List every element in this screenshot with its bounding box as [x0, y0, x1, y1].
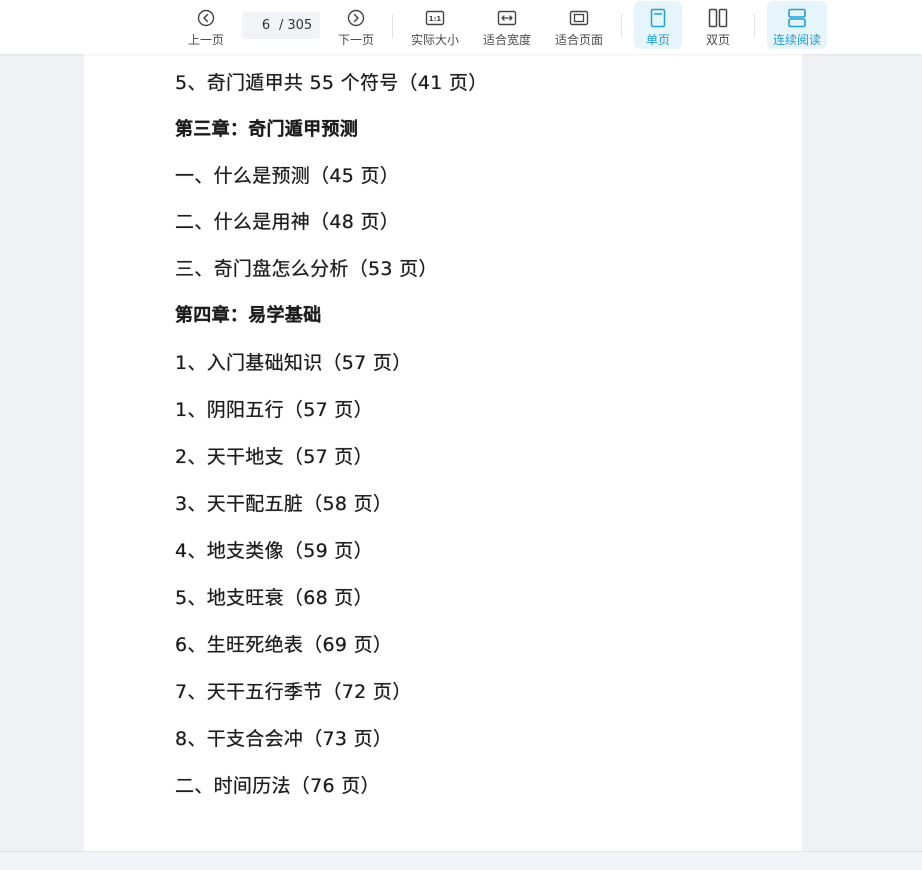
toolbar-divider	[754, 14, 755, 38]
fit-width-label: 适合宽度	[482, 33, 531, 47]
continuous-reading-label: 连续阅读	[772, 33, 821, 47]
chevron-right-circle-icon	[346, 8, 366, 28]
fit-width-icon	[497, 8, 517, 28]
toc-line: 二、什么是用神（48 页）	[175, 211, 400, 233]
toc-line: 三、奇门盘怎么分析（53 页）	[175, 258, 438, 280]
actual-size-icon: 1:1	[425, 8, 445, 28]
toc-line: 2、天干地支（57 页）	[175, 446, 373, 468]
toc-line: 1、入门基础知识（57 页）	[175, 352, 412, 374]
toc-line: 二、时间历法（76 页）	[175, 775, 380, 797]
next-page-button[interactable]: 下一页	[334, 0, 378, 54]
toc-chapter-heading: 第四章：易学基础	[175, 305, 322, 326]
fit-width-button[interactable]: 适合宽度	[479, 0, 535, 54]
toolbar-divider	[392, 14, 393, 38]
svg-text:1:1: 1:1	[429, 15, 442, 23]
toc-chapter-heading: 第三章：奇门遁甲预测	[175, 119, 358, 140]
toc-line: 3、天干配五脏（58 页）	[175, 493, 393, 515]
current-page-number: 6	[261, 18, 271, 33]
actual-size-label: 实际大小	[410, 33, 459, 47]
double-page-label: 双页	[705, 33, 730, 47]
continuous-reading-button[interactable]: 连续阅读	[767, 1, 827, 49]
toc-line: 8、干支合会冲（73 页）	[175, 728, 393, 750]
toc-line: 6、生旺死绝表（69 页）	[175, 634, 393, 656]
reader-toolbar: 上一页 6 / 305 下一页 1:1 实际大小 适合宽度 适合页面 单页 双页…	[0, 0, 922, 54]
actual-size-button[interactable]: 1:1 实际大小	[407, 0, 463, 54]
toolbar-divider	[621, 14, 622, 38]
toc-line: 5、奇门遁甲共 55 个符号（41 页）	[175, 72, 488, 94]
document-page: 5、奇门遁甲共 55 个符号（41 页） 第三章：奇门遁甲预测 一、什么是预测（…	[84, 54, 802, 851]
toc-line: 7、天干五行季节（72 页）	[175, 681, 412, 703]
fit-page-icon	[569, 8, 589, 28]
double-page-button[interactable]: 双页	[696, 0, 740, 54]
toc-line: 4、地支类像（59 页）	[175, 540, 373, 562]
prev-page-label: 上一页	[187, 33, 224, 47]
page-separator: /	[279, 18, 284, 33]
page-number-input[interactable]: 6 / 305	[242, 12, 320, 39]
total-pages: 305	[287, 18, 313, 33]
fit-page-button[interactable]: 适合页面	[551, 0, 607, 54]
toc-line: 1、阴阳五行（57 页）	[175, 399, 373, 421]
toc-line: 5、地支旺衰（68 页）	[175, 587, 373, 609]
next-page-label: 下一页	[337, 33, 374, 47]
fit-page-label: 适合页面	[554, 33, 603, 47]
toc-line: 一、什么是预测（45 页）	[175, 165, 400, 187]
chevron-left-circle-icon	[196, 8, 216, 28]
single-page-button[interactable]: 单页	[634, 1, 682, 49]
prev-page-button[interactable]: 上一页	[184, 0, 228, 54]
single-page-label: 单页	[645, 33, 670, 47]
bottom-status-bar	[0, 851, 922, 870]
single-page-icon	[648, 8, 668, 28]
double-page-icon	[708, 8, 728, 28]
continuous-reading-icon	[787, 8, 807, 28]
